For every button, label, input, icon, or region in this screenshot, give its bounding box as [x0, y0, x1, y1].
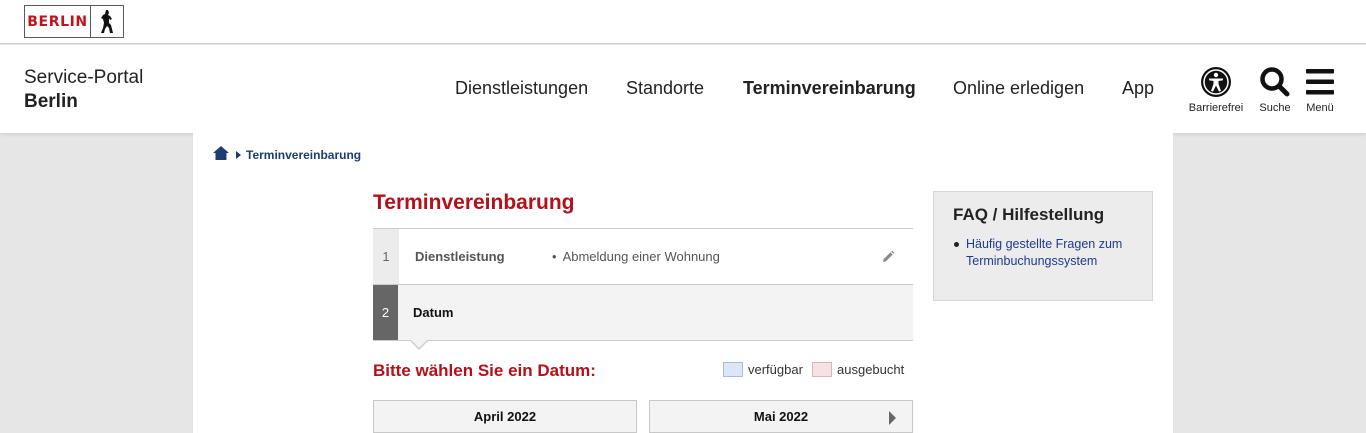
- month-label: Mai 2022: [753, 409, 809, 424]
- pencil-icon[interactable]: [881, 250, 895, 269]
- faq-title: FAQ / Hilfestellung: [953, 205, 1105, 224]
- nav-standorte[interactable]: Standorte: [626, 78, 704, 99]
- search-icon: [1260, 67, 1290, 97]
- step-pointer: [409, 339, 429, 350]
- legend-available: verfügbar: [723, 362, 803, 377]
- step-label: Dienstleistung: [415, 249, 505, 264]
- available-swatch: [723, 362, 743, 377]
- legend-available-label: verfügbar: [748, 362, 803, 377]
- main-header: Service-Portal Berlin Dienstleistungen S…: [0, 45, 1366, 133]
- step-number: 1: [373, 229, 399, 284]
- accessibility-button[interactable]: Barrierefrei: [1186, 66, 1246, 114]
- breadcrumb-separator-icon: [236, 151, 241, 159]
- next-month-icon[interactable]: [889, 411, 896, 425]
- home-icon[interactable]: [213, 146, 229, 165]
- portal-title-line2: Berlin: [24, 91, 78, 112]
- portal-title-line1: Service-Portal: [24, 67, 144, 88]
- legend-booked-label: ausgebucht: [837, 362, 905, 377]
- faq-link[interactable]: Häufig gestellte Fragen zum Terminbuchun…: [954, 236, 1141, 270]
- choose-date-heading: Bitte wählen Sie ein Datum:: [373, 361, 596, 380]
- step-dienstleistung[interactable]: 1 Dienstleistung Abmeldung einer Wohnung: [373, 229, 913, 285]
- portal-title[interactable]: Service-Portal Berlin: [24, 66, 143, 114]
- accessibility-icon: [1201, 67, 1231, 97]
- berlin-logo[interactable]: BERLIN: [24, 5, 124, 38]
- page-title: Terminvereinbarung: [373, 191, 575, 214]
- legend-booked: ausgebucht: [812, 362, 904, 377]
- nav-app[interactable]: App: [1122, 78, 1154, 99]
- menu-label: Menü: [1306, 102, 1334, 114]
- logo-text: BERLIN: [25, 6, 91, 37]
- breadcrumb-current[interactable]: Terminvereinbarung: [246, 148, 361, 162]
- nav-online-erledigen[interactable]: Online erledigen: [953, 78, 1084, 99]
- step-value: Abmeldung einer Wohnung: [552, 249, 720, 264]
- booking-steps: 1 Dienstleistung Abmeldung einer Wohnung…: [373, 228, 913, 350]
- step-label: Datum: [413, 305, 454, 320]
- accessibility-label: Barrierefrei: [1188, 102, 1244, 114]
- step-number: 2: [373, 285, 398, 340]
- nav-dienstleistungen[interactable]: Dienstleistungen: [455, 78, 588, 99]
- booked-swatch: [812, 362, 832, 377]
- step-datum: 2 Datum: [373, 285, 913, 350]
- month-header-mai: Mai 2022: [649, 400, 913, 433]
- bear-icon: [91, 6, 123, 37]
- content-area: Terminvereinbarung Terminvereinbarung 1 …: [193, 133, 1173, 433]
- month-label: April 2022: [473, 409, 537, 424]
- nav-terminvereinbarung[interactable]: Terminvereinbarung: [743, 78, 916, 99]
- menu-button[interactable]: Menü: [1290, 66, 1350, 114]
- hamburger-icon: [1306, 69, 1334, 95]
- top-bar: BERLIN: [0, 0, 1366, 44]
- faq-box: FAQ / Hilfestellung Häufig gestellte Fra…: [933, 191, 1153, 301]
- month-header-april: April 2022: [373, 400, 637, 433]
- search-label: Suche: [1259, 102, 1291, 114]
